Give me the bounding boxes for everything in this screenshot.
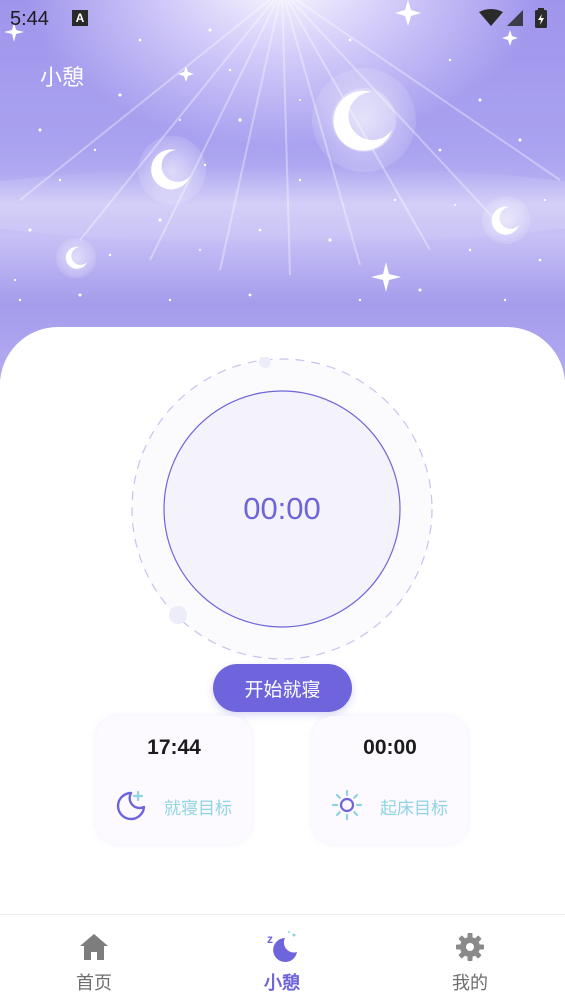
- status-bar: 5:44 A: [0, 0, 565, 38]
- moon-bubble-medium: [138, 136, 206, 204]
- moon-bubble-small-right: [482, 196, 530, 244]
- wake-target-label: 起床目标: [380, 799, 448, 819]
- svg-text:z: z: [267, 932, 273, 946]
- hero-banner: 5:44 A 小憩: [0, 0, 565, 380]
- notification-badge: A: [72, 10, 88, 26]
- moon-plus-icon: [116, 790, 146, 821]
- bedtime-target-label: 就寝目标: [164, 799, 232, 819]
- wake-target-time: 00:00: [363, 736, 417, 759]
- bedtime-target-card[interactable]: 17:44 就寝目标: [96, 716, 252, 844]
- home-icon: [80, 934, 108, 960]
- tab-home[interactable]: 首页: [34, 915, 154, 1005]
- moon-bubble-small-left: [56, 238, 96, 278]
- signal-icon: [507, 10, 523, 26]
- status-icons: [479, 8, 547, 28]
- page-title: 小憩: [40, 66, 85, 91]
- bedtime-target-time: 17:44: [147, 736, 201, 759]
- tab-profile[interactable]: 我的: [410, 915, 530, 1005]
- moon-bubble-large: [312, 68, 416, 172]
- start-sleep-button[interactable]: 开始就寝: [213, 664, 352, 712]
- bottom-tab-bar: 首页 z 小憩 我的: [0, 914, 565, 1005]
- tab-nap[interactable]: z 小憩: [222, 915, 342, 1005]
- sun-icon: [331, 789, 363, 821]
- wifi-icon: [479, 9, 503, 26]
- tab-home-label: 首页: [76, 973, 112, 994]
- timer-display: 00:00: [243, 491, 321, 526]
- gear-icon: [456, 933, 484, 961]
- sleep-moon-icon: z: [267, 931, 297, 962]
- tab-profile-label: 我的: [452, 973, 488, 994]
- status-time: 5:44: [10, 8, 49, 30]
- starry-sky-illustration: [0, 0, 565, 302]
- wake-target-card[interactable]: 00:00 起床目标: [312, 716, 468, 844]
- sleep-timer: 00:00: [130, 356, 434, 661]
- tab-nap-label: 小憩: [264, 973, 300, 994]
